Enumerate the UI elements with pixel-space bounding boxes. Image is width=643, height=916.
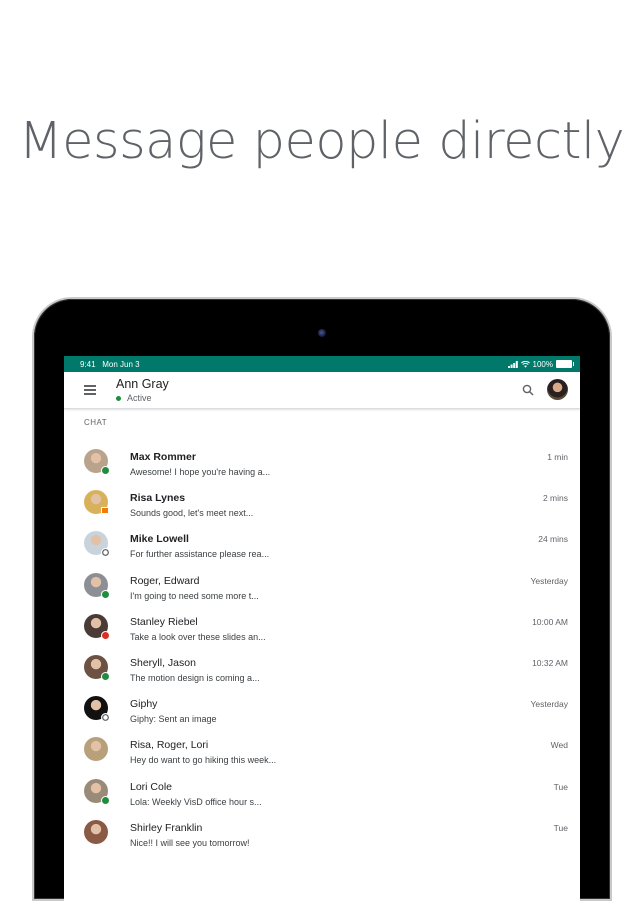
chat-preview: Nice!! I will see you tomorrow! <box>130 837 250 848</box>
current-user[interactable]: Ann Gray Active <box>116 377 169 403</box>
chat-preview: Awesome! I hope you're having a... <box>130 467 271 477</box>
presence-online-icon <box>101 795 110 805</box>
chat-list-item[interactable]: Max Rommer Awesome! I hope you're having … <box>64 444 580 485</box>
chat-preview: Sounds good, let's meet next... <box>130 508 254 519</box>
chat-list-item[interactable]: Mike Lowell For further assistance please… <box>64 526 580 567</box>
chat-list-item[interactable]: Giphy Giphy: Sent an image Yesterday <box>64 691 580 732</box>
chat-preview: Take a look over these slides an... <box>130 631 266 642</box>
chat-timestamp: 24 mins <box>538 534 568 545</box>
chat-name: Risa, Roger, Lori <box>130 739 209 752</box>
chat-list-item[interactable]: Risa, Roger, Lori Hey do want to go hikin… <box>64 732 580 773</box>
tablet-frame: 9:41 Mon Jun 3 100% Ann Gray Active CHAT… <box>34 299 610 916</box>
chat-timestamp: Yesterday <box>530 575 569 586</box>
battery-icon <box>556 360 574 368</box>
presence-away-icon <box>101 548 110 558</box>
wifi-icon <box>520 360 530 368</box>
chat-preview: Giphy: Sent an image <box>130 714 217 725</box>
chat-timestamp: 10:00 AM <box>532 616 568 627</box>
active-status-icon <box>116 395 121 401</box>
chat-timestamp: 1 min <box>547 452 568 462</box>
chat-list-item[interactable]: Risa Lynes Sounds good, let's meet next..… <box>64 485 580 526</box>
chat-name: Shirley Franklin <box>130 821 203 834</box>
chat-preview: I'm going to need some more t... <box>130 590 259 601</box>
contact-avatar <box>84 737 108 762</box>
chat-name: Stanley Riebel <box>130 615 198 628</box>
user-status-label: Active <box>127 393 152 403</box>
chat-timestamp: Yesterday <box>530 699 569 710</box>
chat-timestamp: Tue <box>553 781 568 792</box>
hamburger-menu-icon[interactable] <box>84 385 96 395</box>
app-bar: Ann Gray Active <box>64 372 580 409</box>
chat-preview: The motion design is coming a... <box>130 672 260 683</box>
chat-preview: Hey do want to go hiking this week... <box>130 755 277 766</box>
chat-list-item[interactable]: Stanley Riebel Take a look over these sli… <box>64 609 580 650</box>
chat-list-item[interactable]: Roger, Edward I'm going to need some more… <box>64 568 580 609</box>
status-bar: 9:41 Mon Jun 3 100% <box>64 356 580 372</box>
presence-away-icon <box>101 713 110 723</box>
camera-icon <box>318 329 326 337</box>
chat-list-item[interactable]: Shirley Franklin Nice!! I will see you to… <box>64 815 580 856</box>
chat-timestamp: Tue <box>553 822 568 833</box>
app-screen: 9:41 Mon Jun 3 100% Ann Gray Active CHAT… <box>64 356 580 916</box>
chat-name: Sheryll, Jason <box>130 656 196 669</box>
chat-name: Max Rommer <box>130 451 196 463</box>
chat-name: Risa Lynes <box>130 492 186 505</box>
chat-name: Mike Lowell <box>130 533 189 546</box>
chat-list-item[interactable]: Sheryll, Jason The motion design is comin… <box>64 650 580 691</box>
presence-online-icon <box>101 671 110 681</box>
chat-name: Lori Cole <box>130 780 173 793</box>
chat-name: Roger, Edward <box>130 574 200 587</box>
presence-online-icon <box>101 466 110 475</box>
user-name: Ann Gray <box>116 377 169 391</box>
chat-name: Giphy <box>130 698 158 711</box>
chat-preview: Lola: Weekly VisD office hour s... <box>130 796 262 807</box>
chat-list-item[interactable]: Lori Cole Lola: Weekly VisD office hour s… <box>64 774 580 815</box>
presence-meeting-icon <box>101 507 109 515</box>
user-status[interactable]: Active <box>116 393 169 403</box>
chat-list: Max Rommer Awesome! I hope you're having … <box>64 444 580 856</box>
battery-percent: 100% <box>532 359 553 369</box>
section-label-chat: CHAT <box>84 418 108 427</box>
chat-preview: For further assistance please rea... <box>130 549 270 560</box>
account-avatar[interactable] <box>547 379 568 400</box>
presence-busy-icon <box>101 630 110 640</box>
signal-icon <box>507 360 518 368</box>
status-date: Mon Jun 3 <box>102 359 140 369</box>
chat-timestamp: 2 mins <box>542 493 568 504</box>
presence-online-icon <box>101 589 110 599</box>
headline: Message people directly <box>18 112 625 171</box>
chat-timestamp: Wed <box>550 740 568 751</box>
status-time: 9:41 <box>80 359 96 369</box>
chat-timestamp: 10:32 AM <box>532 657 568 668</box>
search-icon[interactable] <box>522 384 534 396</box>
contact-avatar <box>84 819 108 844</box>
